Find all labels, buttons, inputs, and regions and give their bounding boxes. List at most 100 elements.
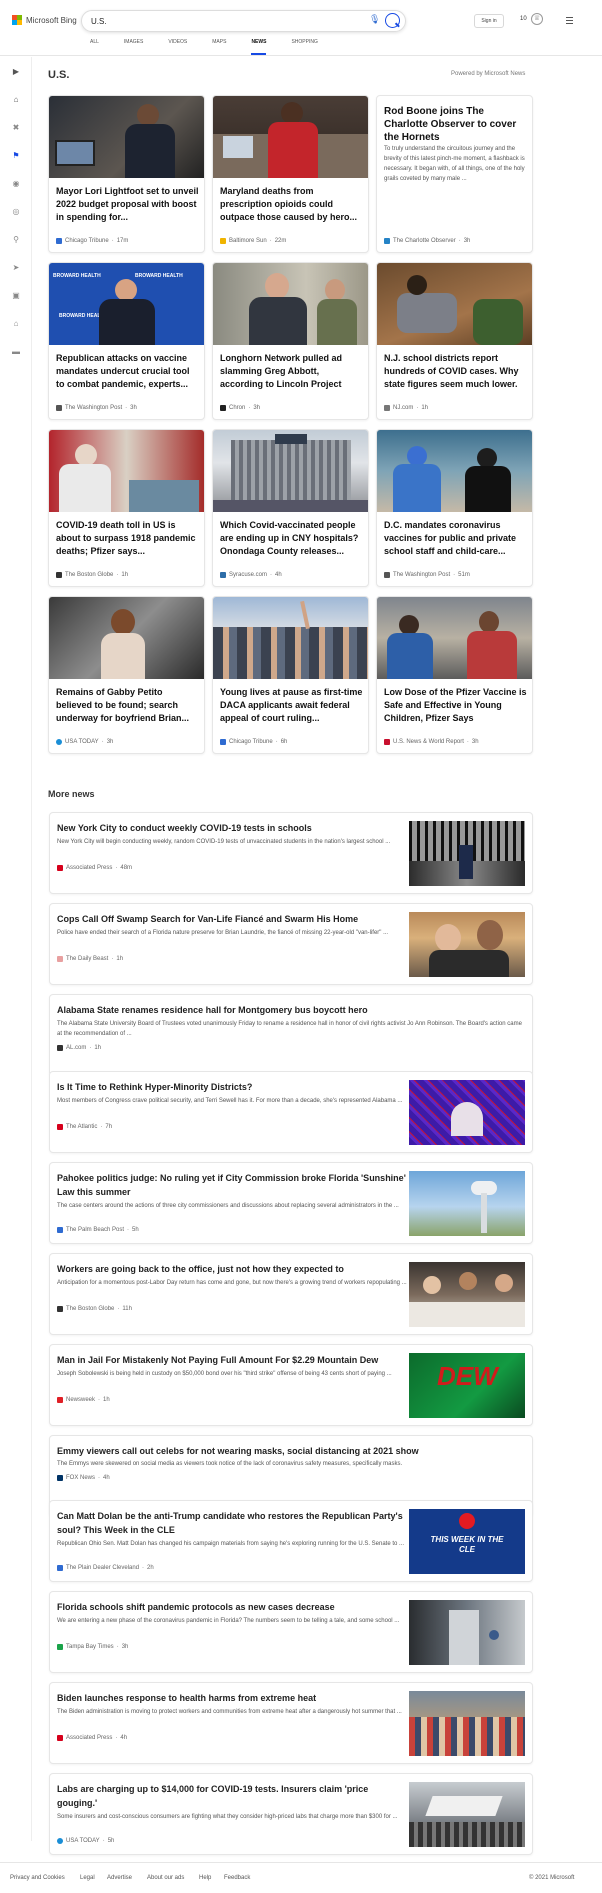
search-box[interactable]: U.S. 🎙	[81, 10, 406, 32]
search-icon[interactable]	[385, 13, 400, 28]
header: Microsoft Bing U.S. 🎙 Sign in 10 ♕ ALL I…	[0, 0, 602, 56]
card-image	[49, 597, 204, 679]
card-title[interactable]: Young lives at pause as first-time DACA …	[220, 686, 363, 725]
tab-all[interactable]: ALL	[90, 39, 99, 55]
article-item[interactable]: New York City to conduct weekly COVID-19…	[49, 812, 533, 894]
article-title[interactable]: Can Matt Dolan be the anti-Trump candida…	[57, 1509, 407, 1537]
article-item[interactable]: Labs are charging up to $14,000 for COVI…	[49, 1773, 533, 1855]
news-card[interactable]: Maryland deaths from prescription opioid…	[212, 95, 369, 253]
article-item[interactable]: Workers are going back to the office, ju…	[49, 1253, 533, 1335]
bank-icon[interactable]: ⌂	[11, 319, 21, 329]
card-title[interactable]: COVID-19 death toll in US is about to su…	[56, 519, 199, 558]
article-title[interactable]: Cops Call Off Swamp Search for Van-Life …	[57, 912, 407, 926]
card-title[interactable]: Low Dose of the Pfizer Vaccine is Safe a…	[384, 686, 527, 725]
tab-images[interactable]: IMAGES	[124, 39, 143, 55]
article-item[interactable]: Pahokee politics judge: No ruling yet if…	[49, 1162, 533, 1244]
source-logo-icon	[384, 739, 390, 745]
tab-news[interactable]: NEWS	[251, 39, 267, 55]
article-thumbnail[interactable]: THIS WEEK IN THE CLE	[409, 1509, 525, 1574]
article-item[interactable]: Florida schools shift pandemic protocols…	[49, 1591, 533, 1673]
news-card[interactable]: D.C. mandates coronavirus vaccines for p…	[376, 429, 533, 587]
rewards-icon[interactable]: ♕	[531, 13, 543, 25]
article-thumbnail[interactable]	[409, 1262, 525, 1327]
card-icon[interactable]: ▬	[11, 347, 21, 357]
news-card[interactable]: Rod Boone joins The Charlotte Observer t…	[376, 95, 533, 253]
news-card[interactable]: N.J. school districts report hundreds of…	[376, 262, 533, 420]
article-thumbnail[interactable]	[409, 1600, 525, 1665]
science-icon[interactable]: ⚲	[11, 235, 21, 245]
card-title[interactable]: Remains of Gabby Petito believed to be f…	[56, 686, 199, 725]
tab-maps[interactable]: MAPS	[212, 39, 226, 55]
card-source: Chron · 3h	[220, 405, 260, 411]
footer-link-privacy[interactable]: Privacy and Cookies	[10, 1875, 65, 1881]
news-card[interactable]: Longhorn Network pulled ad slamming Greg…	[212, 262, 369, 420]
article-item[interactable]: Alabama State renames residence hall for…	[49, 994, 533, 1076]
card-title[interactable]: Which Covid-vaccinated people are ending…	[220, 519, 363, 558]
expand-icon[interactable]: ▶	[11, 67, 21, 77]
rocket-icon[interactable]: ➤	[11, 263, 21, 273]
article-thumbnail[interactable]	[409, 1691, 525, 1756]
card-title[interactable]: Republican attacks on vaccine mandates u…	[56, 352, 199, 391]
footer-link-help[interactable]: Help	[199, 1875, 211, 1881]
scope-tabs: ALL IMAGES VIDEOS MAPS NEWS SHOPPING	[90, 39, 343, 55]
article-title[interactable]: Alabama State renames residence hall for…	[57, 1003, 527, 1017]
news-card[interactable]: COVID-19 death toll in US is about to su…	[48, 429, 205, 587]
news-card[interactable]: Remains of Gabby Petito believed to be f…	[48, 596, 205, 754]
footer-link-legal[interactable]: Legal	[80, 1875, 95, 1881]
hamburger-menu-icon[interactable]	[566, 17, 573, 26]
source-logo-icon	[57, 1045, 63, 1051]
article-title[interactable]: Emmy viewers call out celebs for not wea…	[57, 1444, 527, 1458]
article-title[interactable]: Pahokee politics judge: No ruling yet if…	[57, 1171, 407, 1199]
article-thumbnail[interactable]	[409, 821, 525, 886]
article-title[interactable]: New York City to conduct weekly COVID-19…	[57, 821, 407, 835]
footer-link-about-ads[interactable]: About our ads	[147, 1875, 184, 1881]
card-title[interactable]: Rod Boone joins The Charlotte Observer t…	[384, 105, 527, 144]
globe-icon[interactable]: ◎	[11, 207, 21, 217]
source-logo-icon	[57, 1644, 63, 1650]
article-title[interactable]: Biden launches response to health harms …	[57, 1691, 407, 1705]
article-thumbnail[interactable]: DEW	[409, 1353, 525, 1418]
sign-in-button[interactable]: Sign in	[474, 14, 504, 28]
section-title-us: U.S.	[48, 69, 70, 81]
search-input[interactable]: U.S.	[91, 17, 107, 26]
article-item[interactable]: Biden launches response to health harms …	[49, 1682, 533, 1764]
article-item[interactable]: Can Matt Dolan be the anti-Trump candida…	[49, 1500, 533, 1582]
tab-shopping[interactable]: SHOPPING	[291, 39, 317, 55]
microphone-icon[interactable]: 🎙	[369, 14, 380, 25]
source-logo-icon	[57, 1475, 63, 1481]
bing-logo[interactable]: Microsoft Bing	[12, 15, 77, 25]
news-card[interactable]: Young lives at pause as first-time DACA …	[212, 596, 369, 754]
article-title[interactable]: Is It Time to Rethink Hyper-Minority Dis…	[57, 1080, 407, 1094]
card-title[interactable]: Maryland deaths from prescription opioid…	[220, 185, 363, 224]
article-thumbnail[interactable]	[409, 1782, 525, 1847]
article-item[interactable]: Man in Jail For Mistakenly Not Paying Fu…	[49, 1344, 533, 1426]
movie-icon[interactable]: ▣	[11, 291, 21, 301]
footer-link-feedback[interactable]: Feedback	[224, 1875, 250, 1881]
article-thumbnail[interactable]	[409, 1171, 525, 1236]
card-title[interactable]: Mayor Lori Lightfoot set to unveil 2022 …	[56, 185, 199, 224]
article-item[interactable]: Cops Call Off Swamp Search for Van-Life …	[49, 903, 533, 985]
source-logo-icon	[384, 238, 390, 244]
news-card[interactable]: Low Dose of the Pfizer Vaccine is Safe a…	[376, 596, 533, 754]
tab-videos[interactable]: VIDEOS	[168, 39, 187, 55]
footer-link-advertise[interactable]: Advertise	[107, 1875, 132, 1881]
location-icon[interactable]: ◉	[11, 179, 21, 189]
news-card[interactable]: Which Covid-vaccinated people are ending…	[212, 429, 369, 587]
card-title[interactable]: D.C. mandates coronavirus vaccines for p…	[384, 519, 527, 558]
home-icon[interactable]: ⌂	[11, 95, 21, 105]
news-card[interactable]: Mayor Lori Lightfoot set to unveil 2022 …	[48, 95, 205, 253]
article-title[interactable]: Man in Jail For Mistakenly Not Paying Fu…	[57, 1353, 407, 1367]
tools-icon[interactable]: ✖	[11, 123, 21, 133]
article-thumbnail[interactable]	[409, 912, 525, 977]
news-card[interactable]: BROWARD HEALTH BROWARD HEALTH BROWARD HE…	[48, 262, 205, 420]
article-thumbnail[interactable]	[409, 1080, 525, 1145]
card-title[interactable]: N.J. school districts report hundreds of…	[384, 352, 527, 391]
article-source: USA TODAY · 5h	[57, 1838, 114, 1844]
article-item[interactable]: Is It Time to Rethink Hyper-Minority Dis…	[49, 1071, 533, 1153]
article-title[interactable]: Florida schools shift pandemic protocols…	[57, 1600, 407, 1614]
article-title[interactable]: Labs are charging up to $14,000 for COVI…	[57, 1782, 407, 1810]
rewards-points[interactable]: 10	[520, 16, 527, 22]
article-title[interactable]: Workers are going back to the office, ju…	[57, 1262, 407, 1276]
card-title[interactable]: Longhorn Network pulled ad slamming Greg…	[220, 352, 363, 391]
flag-icon[interactable]: ⚑	[11, 151, 21, 161]
